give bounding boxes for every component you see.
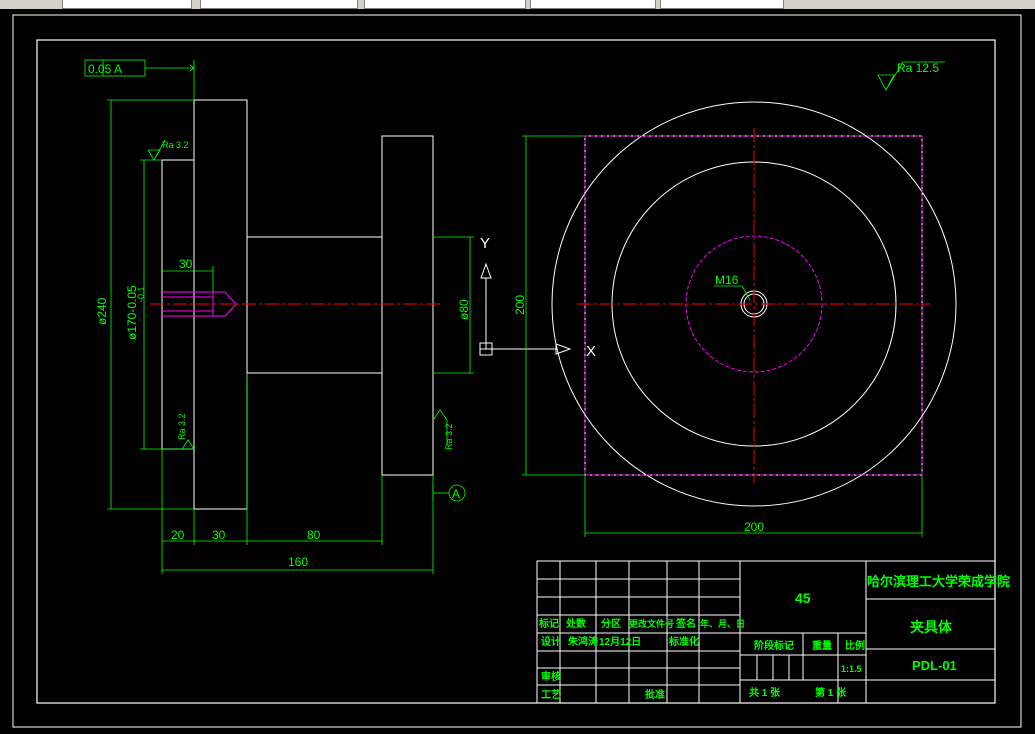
dim-thread-length-30: 30 [179, 257, 193, 271]
tolerance-frame-text: 0.05 A [88, 62, 122, 76]
model-space [0, 9, 1035, 734]
toolbar-tab[interactable] [200, 0, 358, 9]
row-standardization: 标准化 [668, 635, 699, 648]
header-doc-number: 更改文件号 [629, 618, 674, 629]
dim-diameter-170-tolerance: -0.1 [136, 286, 146, 302]
dim-side-200-horizontal: 200 [744, 520, 764, 534]
part-name: 夹具体 [910, 619, 953, 635]
toolbar-tab[interactable] [364, 0, 526, 9]
total-sheets: 共 1 张 [749, 686, 781, 699]
toolbar-tab[interactable] [62, 0, 192, 9]
roughness-top-right: Ra 12.5 [897, 61, 939, 75]
header-count: 处数 [565, 617, 587, 630]
header-sign: 签名 [675, 617, 696, 630]
header-zone: 分区 [601, 617, 621, 630]
row-review: 审核 [541, 670, 561, 683]
design-date: 12月12日 [599, 636, 641, 648]
dim-length-80: 80 [307, 528, 321, 542]
ucs-x-label: X [586, 343, 596, 360]
window-toolbar-strip [0, 0, 1035, 9]
scale-value: 1:1.5 [841, 664, 862, 674]
scale-label: 比例 [845, 639, 865, 652]
row-approve: 批准 [645, 688, 665, 701]
weight-label: 重量 [812, 639, 832, 652]
dim-side-200-vertical: 200 [513, 295, 527, 315]
material-label: 45 [795, 590, 811, 606]
designer-name: 朱鸿涛 [568, 635, 598, 648]
roughness-right-face: Ra 3.2 [444, 423, 454, 450]
dim-diameter-240: ø240 [95, 297, 109, 325]
roughness-left-top: Ra 3.2 [162, 140, 189, 150]
cad-drawing-canvas[interactable]: 0.05 A Ra 12.5 Ra 3.2 Ra 3.2 Ra 3.2 ø240… [0, 9, 1035, 734]
header-date: 年、月、日 [700, 618, 745, 629]
roughness-left-bottom: Ra 3.2 [177, 413, 187, 440]
dim-length-20: 20 [171, 528, 185, 542]
sheet-number: 第 1 张 [815, 686, 847, 699]
dim-length-30: 30 [212, 528, 226, 542]
toolbar-tab[interactable] [660, 0, 784, 9]
dim-diameter-80: ø80 [457, 299, 471, 320]
datum-a-label: A [452, 487, 460, 501]
stage-mark-label: 阶段标记 [754, 639, 794, 652]
toolbar-tab[interactable] [530, 0, 656, 9]
dim-length-160: 160 [288, 555, 308, 569]
row-process: 工艺 [541, 688, 561, 701]
drawing-number: PDL-01 [912, 658, 957, 673]
school-name: 哈尔滨理工大学荣成学院 [867, 574, 1010, 589]
ucs-y-label: Y [480, 235, 490, 252]
dim-thread-m16: M16 [715, 273, 739, 287]
row-design: 设计 [541, 635, 561, 648]
header-mark: 标记 [538, 617, 559, 630]
